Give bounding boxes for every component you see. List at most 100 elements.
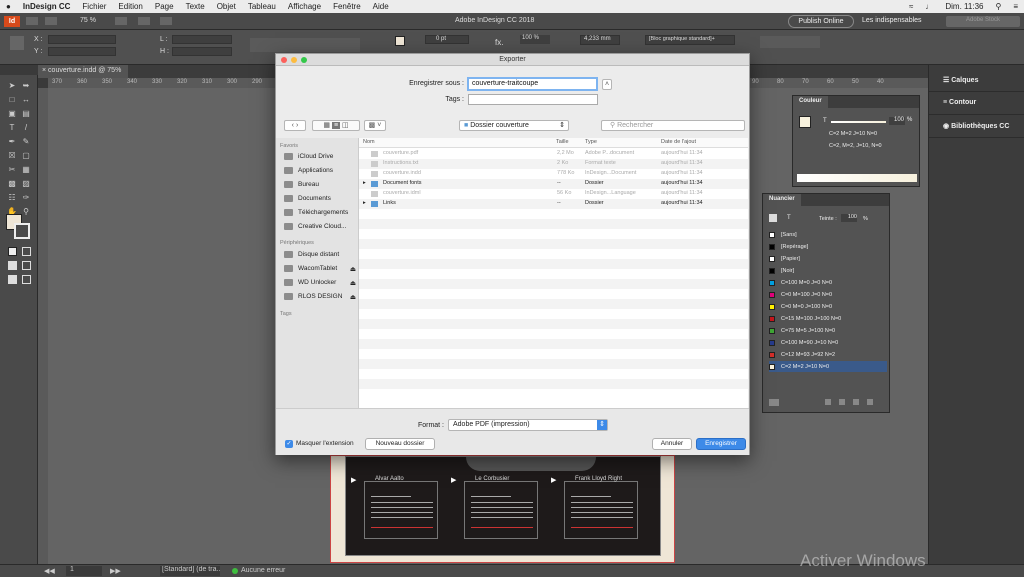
list-icon[interactable]: ≡	[1007, 2, 1024, 11]
expand-dialog-button[interactable]: ˄	[602, 79, 612, 90]
column-date[interactable]: Date de l'ajout	[661, 139, 696, 145]
x-position-input[interactable]	[48, 35, 116, 44]
finder-search-input[interactable]: ⚲ Rechercher	[601, 120, 745, 131]
eject-icon[interactable]: ⏏	[350, 293, 356, 301]
frame-fitting-icons[interactable]	[760, 36, 820, 48]
icon-view-icon[interactable]: ▦	[323, 122, 330, 129]
pencil-tool-icon[interactable]: ✎	[21, 137, 31, 147]
menu-objet[interactable]: Objet	[211, 2, 242, 11]
menu-page[interactable]: Page	[149, 2, 180, 11]
menu-fichier[interactable]: Fichier	[76, 2, 112, 11]
gradient-tool-icon[interactable]: ▩	[7, 179, 17, 189]
height-input[interactable]	[172, 47, 232, 56]
swatch-row[interactable]: C=15 M=100 J=100 N=0	[769, 313, 887, 324]
zoom-tool-icon[interactable]: ⚲	[21, 207, 31, 217]
sidebar-item-remote-disk[interactable]: Disque distant	[284, 251, 358, 258]
master-select[interactable]: [Standard] (de tra...	[160, 566, 220, 576]
gradient-feather-tool-icon[interactable]: ▨	[21, 179, 31, 189]
menu-indesign[interactable]: InDesign CC	[17, 2, 77, 11]
transform-tools[interactable]	[250, 38, 360, 52]
tags-input[interactable]	[468, 94, 598, 105]
sidebar-item-wacom[interactable]: WacomTablet ⏏	[284, 265, 358, 273]
view-options-icon[interactable]	[115, 17, 127, 25]
swatch-row[interactable]: [Sans]	[769, 229, 887, 240]
sidebar-item-telechargements[interactable]: Téléchargements	[284, 209, 358, 216]
show-all-icon[interactable]	[825, 399, 831, 405]
list-view-icon[interactable]: ≡	[331, 122, 341, 129]
cancel-button[interactable]: Annuler	[652, 438, 692, 450]
swatch-row[interactable]: C=75 M=5 J=100 N=0	[769, 325, 887, 336]
content-collector-icon[interactable]: ▣	[7, 109, 17, 119]
selection-tool-icon[interactable]: ➤	[7, 81, 17, 91]
swatch-row[interactable]: C=100 M=90 J=10 N=0	[769, 337, 887, 348]
fill-stroke-icon[interactable]	[769, 214, 777, 222]
direct-selection-tool-icon[interactable]: ➥	[21, 81, 31, 91]
container-text-icon[interactable]: T	[787, 215, 791, 221]
stock-icon[interactable]	[45, 17, 57, 25]
bridge-icon[interactable]	[26, 17, 38, 25]
trash-icon[interactable]	[867, 399, 873, 405]
sidebar-item-bureau[interactable]: Bureau	[284, 181, 358, 188]
stock-search-input[interactable]: Adobe Stock	[946, 16, 1020, 27]
menu-edition[interactable]: Edition	[112, 2, 148, 11]
content-placer-icon[interactable]: ▤	[21, 109, 31, 119]
eject-icon[interactable]: ⏏	[350, 265, 356, 273]
location-select[interactable]: ■ Dossier couverture ⇕	[459, 120, 569, 131]
hide-extension-checkbox[interactable]: ✓	[285, 440, 293, 448]
preflight-status-label[interactable]: Aucune erreur	[241, 567, 285, 574]
formatting-container-icon[interactable]	[8, 261, 17, 270]
file-row[interactable]: ▸ Document fonts -- Dossier aujourd'hui 11:3…	[359, 179, 748, 189]
close-window-icon[interactable]	[281, 57, 287, 63]
swatch-row[interactable]: [Papier]	[769, 253, 887, 264]
default-colors-icon[interactable]	[8, 247, 17, 256]
group-view-button[interactable]: ▩ ˅	[364, 120, 386, 131]
back-forward-buttons[interactable]: ‹ ›	[284, 120, 306, 131]
free-transform-tool-icon[interactable]: ▦	[21, 165, 31, 175]
dimension-input[interactable]: 4,233 mm	[580, 35, 620, 45]
file-row[interactable]: Instructions.txt 2 Ko Format texte aujourd'…	[359, 159, 748, 169]
save-as-input[interactable]: couverture-traitcoupe	[467, 77, 598, 91]
panel-contour[interactable]: ≡ Contour	[929, 93, 1024, 115]
apple-menu[interactable]: ●	[0, 2, 17, 11]
wifi-icon[interactable]: ≈	[903, 2, 919, 11]
menu-affichage[interactable]: Affichage	[282, 2, 327, 11]
color-panel-tab[interactable]: Couleur	[793, 96, 828, 108]
stroke-weight-input[interactable]: 0 pt	[425, 35, 469, 44]
disclosure-triangle-icon[interactable]: ▸	[363, 200, 366, 206]
zoom-level[interactable]: 75 %	[80, 17, 96, 24]
file-row[interactable]: couverture.indd 778 Ko InDesign...Document…	[359, 169, 748, 179]
arrange-icon[interactable]	[160, 17, 172, 25]
new-folder-button[interactable]: Nouveau dossier	[365, 438, 435, 450]
save-button[interactable]: Enregistrer	[696, 438, 746, 450]
document-page[interactable]: ▶ Alvar Aalto ▶ Le Corbusier ▶ Frank Llo…	[330, 455, 675, 563]
object-style-select[interactable]: [Bloc graphique standard]+	[645, 35, 735, 45]
cloud-icon[interactable]	[769, 399, 779, 406]
panel-calques[interactable]: ☰ Calques	[929, 70, 1024, 92]
note-tool-icon[interactable]: ☷	[7, 193, 17, 203]
tint-input[interactable]: 100	[889, 117, 905, 125]
pen-tool-icon[interactable]: ✒	[7, 137, 17, 147]
normal-mode-icon[interactable]	[8, 275, 17, 284]
y-position-input[interactable]	[48, 47, 116, 56]
sidebar-item-icloud[interactable]: iCloud Drive	[284, 153, 358, 160]
minimize-window-icon[interactable]	[291, 57, 297, 63]
bio-card-aalto[interactable]: ▶ Alvar Aalto	[351, 476, 438, 539]
line-tool-icon[interactable]: /	[21, 123, 31, 133]
first-page-icon[interactable]: ◀◀	[44, 567, 55, 575]
screen-mode-icon[interactable]	[138, 17, 150, 25]
eyedropper-tool-icon[interactable]: ✑	[21, 193, 31, 203]
workspace-switcher[interactable]: Les indispensables	[862, 17, 922, 24]
sidebar-item-rlos-design[interactable]: RLOS DESIGN ⏏	[284, 293, 358, 301]
swatch-tint-input[interactable]: 100	[841, 214, 857, 222]
format-select[interactable]: Adobe PDF (impression) ⇕	[448, 419, 608, 431]
width-input[interactable]	[172, 35, 232, 44]
swatch-row[interactable]: [Noir]	[769, 265, 887, 276]
menu-fenetre[interactable]: Fenêtre	[327, 2, 367, 11]
color-spectrum[interactable]	[797, 174, 917, 182]
swatch-row[interactable]: C=0 M=0 J=100 N=0	[769, 301, 887, 312]
swatch-row[interactable]: C=100 M=0 J=0 N=0	[769, 277, 887, 288]
file-row[interactable]: couverture.pdf 2,2 Mo Adobe P...document au…	[359, 149, 748, 159]
sidebar-item-documents[interactable]: Documents	[284, 195, 358, 202]
file-row[interactable]: ▸ Links -- Dossier aujourd'hui 11:34	[359, 199, 748, 209]
gap-tool-icon[interactable]: ↔	[21, 95, 31, 105]
